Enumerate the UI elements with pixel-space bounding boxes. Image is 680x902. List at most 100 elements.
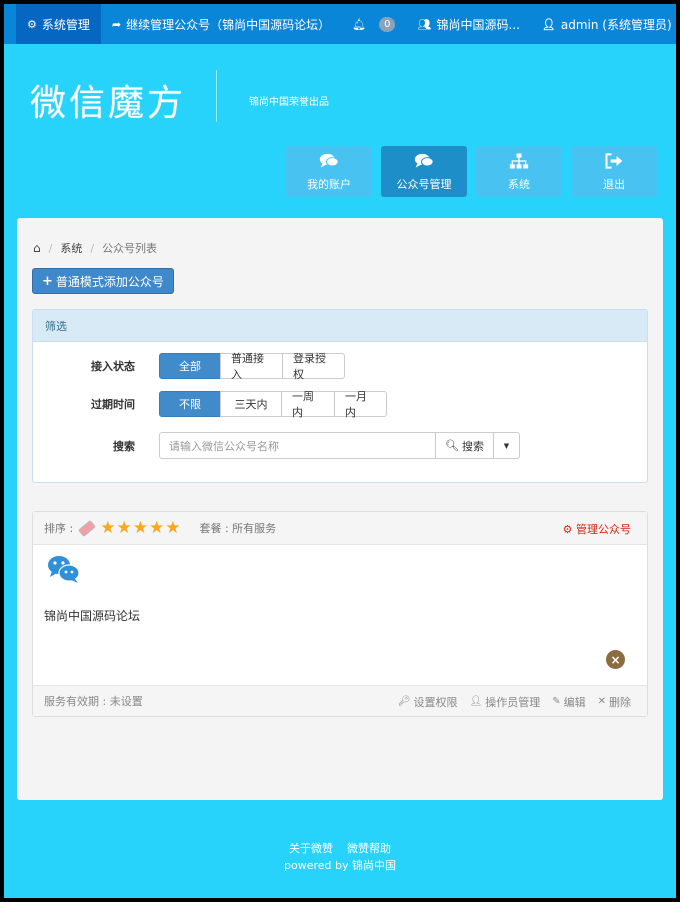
bell-icon: 🔔︎ bbox=[352, 17, 367, 31]
sign-out-icon bbox=[605, 152, 623, 169]
delete-action[interactable]: ✕ 删除 bbox=[598, 694, 631, 710]
wechat-icon bbox=[48, 556, 80, 583]
filter-title: 筛选 bbox=[33, 310, 647, 342]
filter-row-search: 搜索 请输入微信公众号名称 🔍︎ 搜索 ▼ bbox=[33, 432, 520, 459]
nav-account-switch[interactable]: 👥︎ 锦尚中国源码... bbox=[406, 4, 530, 44]
expire-label: 过期时间 bbox=[91, 398, 135, 411]
sitemap-icon bbox=[509, 153, 529, 168]
tile-account-manage-label: 公众号管理 bbox=[396, 177, 452, 191]
user-icon: 👤︎ bbox=[469, 696, 483, 707]
delete-label: 删除 bbox=[609, 695, 631, 709]
nav-continue-manage[interactable]: ➦ 继续管理公众号（锦尚中国源码论坛） bbox=[101, 4, 341, 44]
set-permission-label: 设置权限 bbox=[413, 695, 458, 709]
main-panel: ⌂ / 系统 / 公众号列表 + 普通模式添加公众号 筛选 接入状态 全部 普通… bbox=[17, 218, 663, 800]
breadcrumb-current: 公众号列表 bbox=[102, 242, 158, 255]
edit-icon: ✎ bbox=[552, 696, 561, 707]
breadcrumb: ⌂ / 系统 / 公众号列表 bbox=[33, 240, 158, 256]
tile-logout[interactable]: 退出 bbox=[571, 146, 657, 197]
search-label: 搜索 bbox=[113, 439, 135, 453]
notification-badge: 0 bbox=[379, 16, 396, 32]
access-option-normal[interactable]: 普通接入 bbox=[220, 352, 283, 381]
access-option-oauth[interactable]: 登录授权 bbox=[282, 352, 345, 381]
tile-system[interactable]: 系统 bbox=[476, 146, 562, 197]
tile-system-label: 系统 bbox=[508, 177, 530, 191]
nav-notifications[interactable]: 🔔︎ 0 bbox=[341, 4, 406, 44]
users-icon: 👥︎ bbox=[417, 17, 432, 31]
account-card-header: 排序 : ★ ★ ★ ★ ★ 套餐 : 所有服务 ⚙ 管理公众号 bbox=[33, 512, 647, 545]
page-footer: 关于微赞 微赞帮助 powered by 锦尚中国 bbox=[4, 840, 676, 874]
operator-manage-label: 操作员管理 bbox=[485, 695, 541, 709]
search-button[interactable]: 🔍︎ 搜索 bbox=[436, 432, 494, 459]
plus-icon: + bbox=[42, 273, 53, 289]
star-icon[interactable]: ★ bbox=[116, 520, 131, 537]
header-divider bbox=[216, 70, 217, 122]
nav-user-label: admin (系统管理员) bbox=[560, 17, 672, 32]
manage-account-label: 管理公众号 bbox=[576, 523, 631, 536]
search-input[interactable]: 请输入微信公众号名称 bbox=[159, 432, 436, 459]
manage-account-link[interactable]: ⚙ 管理公众号 bbox=[563, 521, 631, 537]
expire-options: 不限 三天内 一周内 一月内 bbox=[159, 390, 387, 419]
expire-option-week[interactable]: 一周内 bbox=[281, 390, 335, 419]
rating-stars[interactable]: ★ ★ ★ ★ ★ bbox=[100, 520, 181, 537]
times-icon: ✕ bbox=[597, 696, 606, 707]
main-tiles: 我的账户 公众号管理 系统 退出 bbox=[286, 146, 657, 197]
add-account-button[interactable]: + 普通模式添加公众号 bbox=[32, 268, 174, 294]
tile-my-account-label: 我的账户 bbox=[307, 177, 351, 191]
tile-logout-label: 退出 bbox=[603, 177, 625, 191]
nav-system-manage[interactable]: ⚙ 系统管理 bbox=[16, 4, 101, 44]
comments-icon bbox=[319, 153, 339, 168]
key-icon: 🔑︎ bbox=[397, 696, 411, 707]
access-label: 接入状态 bbox=[91, 360, 135, 373]
share-icon: ➦ bbox=[111, 17, 122, 31]
access-options: 全部 普通接入 登录授权 bbox=[159, 352, 345, 381]
footer-about-link[interactable]: 关于微赞 bbox=[289, 842, 333, 855]
account-card-footer: 服务有效期 : 未设置 🔑︎ 设置权限 👤︎ 操作员管理 ✎ 编辑 ✕ 删除 bbox=[33, 685, 647, 716]
nav-continue-manage-label: 继续管理公众号（锦尚中国源码论坛） bbox=[126, 17, 331, 32]
nav-account-label: 锦尚中国源码... bbox=[436, 17, 520, 32]
nav-user-menu[interactable]: 👤︎ admin (系统管理员) ▼ bbox=[531, 4, 676, 44]
star-icon[interactable]: ★ bbox=[165, 520, 180, 537]
plan-text: 套餐 : 所有服务 bbox=[199, 522, 277, 535]
filter-row-expire: 过期时间 不限 三天内 一周内 一月内 bbox=[33, 390, 387, 419]
user-icon: 👤︎ bbox=[541, 17, 556, 31]
expire-option-3days[interactable]: 三天内 bbox=[220, 391, 282, 417]
home-icon[interactable]: ⌂ bbox=[33, 241, 41, 255]
top-nav: ⚙ 系统管理 ➦ 继续管理公众号（锦尚中国源码论坛） 🔔︎ 0 👥︎ 锦尚中国源… bbox=[4, 4, 676, 44]
set-permission-action[interactable]: 🔑︎ 设置权限 bbox=[398, 694, 458, 710]
footer-help-link[interactable]: 微赞帮助 bbox=[347, 842, 391, 855]
caret-down-icon: ▼ bbox=[503, 441, 510, 450]
edit-action[interactable]: ✎ 编辑 bbox=[552, 694, 585, 710]
add-account-label: 普通模式添加公众号 bbox=[55, 274, 164, 289]
page-frame: ⚙ 系统管理 ➦ 继续管理公众号（锦尚中国源码论坛） 🔔︎ 0 👥︎ 锦尚中国源… bbox=[4, 4, 676, 898]
account-actions: 🔑︎ 设置权限 👤︎ 操作员管理 ✎ 编辑 ✕ 删除 bbox=[398, 686, 631, 717]
access-option-all[interactable]: 全部 bbox=[159, 353, 221, 379]
filter-row-access: 接入状态 全部 普通接入 登录授权 bbox=[33, 352, 345, 381]
expire-option-any[interactable]: 不限 bbox=[159, 391, 221, 417]
remove-circle-icon[interactable]: × bbox=[606, 650, 625, 669]
search-button-label: 搜索 bbox=[461, 439, 484, 453]
tile-account-manage[interactable]: 公众号管理 bbox=[381, 146, 467, 197]
sort-label: 排序 : bbox=[44, 522, 74, 535]
search-dropdown-toggle[interactable]: ▼ bbox=[493, 432, 520, 459]
header-tagline: 锦尚中国荣誉出品 bbox=[249, 97, 329, 108]
eraser-icon[interactable] bbox=[78, 519, 97, 537]
star-icon[interactable]: ★ bbox=[133, 520, 148, 537]
expire-option-month[interactable]: 一月内 bbox=[334, 390, 387, 419]
search-icon: 🔍︎ bbox=[445, 439, 459, 452]
breadcrumb-system[interactable]: 系统 bbox=[60, 240, 82, 256]
account-card: 排序 : ★ ★ ★ ★ ★ 套餐 : 所有服务 ⚙ 管理公众号 锦尚中国源码论… bbox=[32, 511, 648, 717]
account-name[interactable]: 锦尚中国源码论坛 bbox=[44, 607, 140, 624]
cogs-icon: ⚙ bbox=[27, 17, 37, 31]
footer-powered: powered by 锦尚中国 bbox=[284, 859, 396, 872]
operator-manage-action[interactable]: 👤︎ 操作员管理 bbox=[470, 694, 541, 710]
validity-text: 服务有效期 : 未设置 bbox=[44, 695, 143, 708]
star-icon[interactable]: ★ bbox=[100, 520, 115, 537]
nav-system-manage-label: 系统管理 bbox=[41, 17, 90, 32]
tile-my-account[interactable]: 我的账户 bbox=[286, 146, 372, 197]
gear-icon: ⚙ bbox=[562, 523, 573, 536]
star-icon[interactable]: ★ bbox=[149, 520, 164, 537]
filter-panel: 筛选 接入状态 全部 普通接入 登录授权 过期时间 不限 三天内 一周内 一月内 bbox=[32, 309, 648, 483]
edit-label: 编辑 bbox=[563, 695, 586, 709]
comments-icon bbox=[414, 153, 434, 168]
site-logo[interactable]: 微信魔方 bbox=[30, 74, 186, 126]
